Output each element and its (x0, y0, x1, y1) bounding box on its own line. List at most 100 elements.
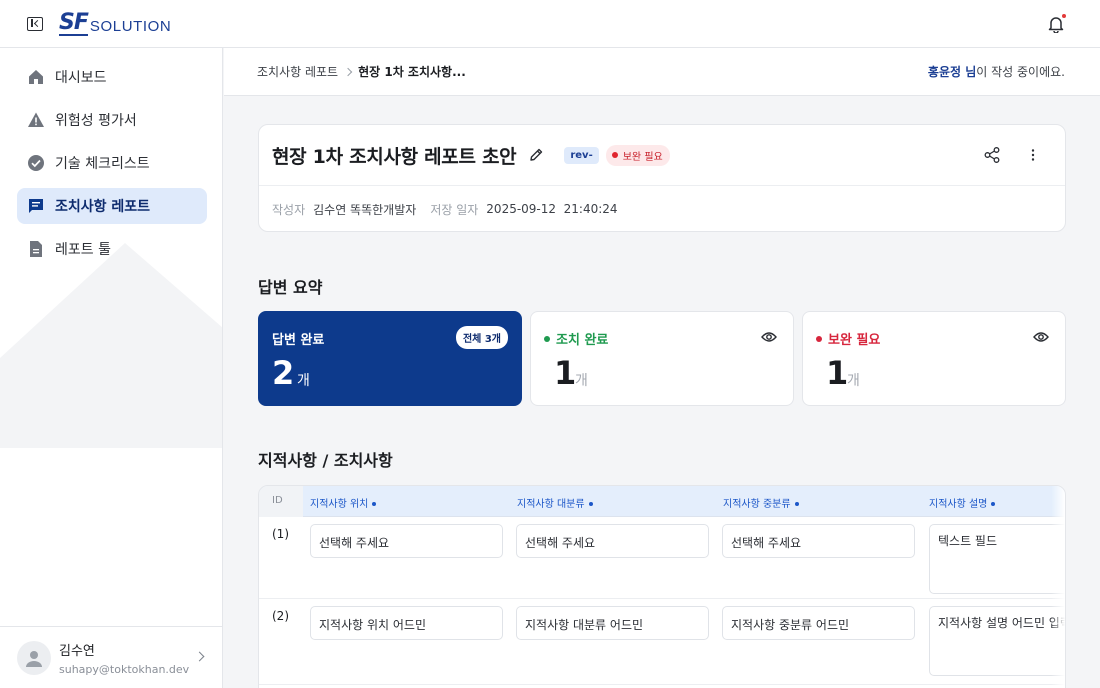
sidebar-toggle-icon[interactable] (27, 16, 43, 31)
major-category-select[interactable]: 선택해 주세요 (516, 524, 709, 558)
minor-category-select[interactable]: 선택해 주세요 (722, 524, 915, 558)
sidebar-item-label: 레포트 툴 (55, 242, 111, 258)
page-title: 현장 1차 조치사항 레포트 초안 (272, 145, 517, 168)
column-header-location: 지적사항 위치 (310, 495, 377, 510)
minor-category-select[interactable]: 지적사항 중분류 어드민 (722, 606, 915, 640)
chat-report-icon (27, 197, 45, 215)
report-meta: 작성자 김수연 똑똑한개발자 저장 일자 2025-09-12 21:40:24 (259, 186, 1065, 232)
stat-label: 답변 완료 (272, 333, 325, 348)
column-header-minor: 지적사항 중분류 (723, 495, 799, 510)
sidebar-item-label: 대시보드 (55, 70, 107, 86)
stat-card-answered[interactable]: 답변 완료 전체 3개 2 개 (258, 311, 522, 406)
top-header: SF SOLUTION (0, 0, 1100, 48)
user-name: 김수연 (59, 643, 95, 659)
stat-unit: 개 (575, 373, 588, 389)
more-vertical-icon[interactable] (1025, 147, 1041, 163)
column-header-major: 지적사항 대분류 (517, 495, 593, 510)
home-icon (27, 68, 45, 86)
logo[interactable]: SF SOLUTION (59, 9, 172, 36)
sidebar-item-label: 위험성 평가서 (55, 113, 137, 129)
column-header-label: 지적사항 설명 (929, 499, 988, 510)
table-row: (2) 지적사항 위치 어드민 지적사항 대분류 어드민 지적사항 중분류 어드… (259, 599, 1065, 685)
user-profile[interactable]: 김수연 suhapy@toktokhan.dev (0, 626, 222, 688)
author-value: 김수연 똑똑한개발자 (313, 202, 417, 217)
bell-icon[interactable] (1048, 15, 1064, 33)
sidebar-item-risk-assessment[interactable]: 위험성 평가서 (17, 102, 207, 138)
major-category-select[interactable]: 지적사항 대분류 어드민 (516, 606, 709, 640)
check-circle-icon (27, 154, 45, 172)
stat-card-action-done[interactable]: 조치 완료 1 개 (530, 311, 794, 406)
row-id: (1) (272, 527, 289, 541)
stat-card-needs-fix[interactable]: 보완 필요 1 개 (802, 311, 1066, 406)
column-header-label: 지적사항 대분류 (517, 499, 585, 510)
findings-title: 지적사항 / 조치사항 (258, 451, 393, 470)
column-header-label: 지적사항 위치 (310, 499, 369, 510)
eye-icon[interactable] (761, 331, 777, 343)
sidebar-item-report-tool[interactable]: 레포트 툴 (17, 231, 207, 267)
editing-text: 이 작성 중이에요. (976, 65, 1065, 79)
saved-value: 2025-09-12 21:40:24 (486, 202, 618, 216)
table-header: ID 지적사항 위치 지적사항 대분류 지적사항 중분류 지적사항 설명 (259, 486, 1065, 517)
description-textarea[interactable]: 텍스트 필드 (929, 524, 1065, 594)
status-dot (544, 335, 550, 342)
avatar (17, 640, 51, 675)
pencil-icon[interactable] (528, 147, 544, 163)
status-badge: 보완 필요 (605, 144, 670, 166)
column-header-description: 지적사항 설명 (929, 495, 996, 510)
revision-badge: rev- (564, 146, 599, 164)
status-dot (611, 152, 618, 158)
row-id: (2) (272, 609, 289, 623)
stat-value: 1 (826, 354, 849, 392)
scroll-fade (1051, 486, 1065, 688)
stat-unit: 개 (297, 373, 310, 389)
sidebar: 대시보드 위험성 평가서 기술 체크리스트 조치사항 레포트 레포트 툴 김수연… (0, 48, 223, 688)
location-select[interactable]: 선택해 주세요 (310, 524, 503, 558)
total-badge: 전체 3개 (455, 326, 508, 349)
user-email: suhapy@toktokhan.dev (59, 662, 190, 676)
chevron-right-icon (343, 67, 353, 76)
author-label: 작성자 (272, 202, 306, 217)
warning-icon (27, 111, 45, 129)
sidebar-item-action-report[interactable]: 조치사항 레포트 (17, 188, 207, 224)
stat-label-wrap: 조치 완료 (544, 329, 608, 348)
breadcrumb-parent[interactable]: 조치사항 레포트 (257, 63, 338, 80)
notification-dot (1062, 14, 1066, 18)
sidebar-item-label: 기술 체크리스트 (55, 156, 150, 172)
required-dot (372, 502, 377, 506)
stat-value: 1 (554, 354, 577, 392)
stat-unit: 개 (847, 373, 860, 389)
stat-label-wrap: 보완 필요 (816, 329, 880, 348)
column-header-id: ID (272, 495, 283, 506)
stat-label: 보완 필요 (828, 333, 881, 348)
logo-mark: SF (59, 9, 89, 36)
sidebar-item-tech-checklist[interactable]: 기술 체크리스트 (17, 145, 207, 181)
stat-value: 2 (272, 354, 295, 392)
eye-icon[interactable] (1033, 331, 1049, 343)
logo-wordmark: SOLUTION (89, 17, 172, 35)
sidebar-item-dashboard[interactable]: 대시보드 (17, 59, 207, 95)
findings-table: ID 지적사항 위치 지적사항 대분류 지적사항 중분류 지적사항 설명 (1)… (258, 485, 1066, 688)
sidebar-nav: 대시보드 위험성 평가서 기술 체크리스트 조치사항 레포트 레포트 툴 (17, 59, 207, 274)
sidebar-item-label: 조치사항 레포트 (55, 199, 151, 215)
stat-label: 조치 완료 (556, 333, 609, 348)
document-icon (27, 240, 45, 258)
required-dot (991, 502, 996, 506)
report-header-card: 현장 1차 조치사항 레포트 초안 rev- 보완 필요 작성자 김수연 똑똑한… (258, 124, 1066, 232)
required-dot (794, 502, 799, 506)
chevron-right-icon[interactable] (194, 651, 205, 662)
location-select[interactable]: 지적사항 위치 어드민 (310, 606, 503, 640)
column-header-label: 지적사항 중분류 (723, 499, 791, 510)
editing-user: 홍윤정 님 (927, 65, 977, 79)
person-icon (26, 650, 42, 667)
required-dot (588, 502, 593, 506)
summary-title: 답변 요약 (258, 278, 323, 297)
breadcrumb: 조치사항 레포트 현장 1차 조치사항... 홍윤정 님이 작성 중이에요. (224, 48, 1100, 96)
table-row: (1) 선택해 주세요 선택해 주세요 선택해 주세요 텍스트 필드 (259, 517, 1065, 599)
description-textarea[interactable]: 지적사항 설명 어드민 입력 (929, 606, 1065, 676)
editing-notice: 홍윤정 님이 작성 중이에요. (928, 63, 1065, 80)
breadcrumb-current: 현장 1차 조치사항... (358, 65, 466, 79)
share-icon[interactable] (983, 146, 1001, 164)
status-badge-label: 보완 필요 (622, 151, 663, 163)
status-dot (816, 335, 822, 342)
saved-label: 저장 일자 (430, 202, 479, 217)
